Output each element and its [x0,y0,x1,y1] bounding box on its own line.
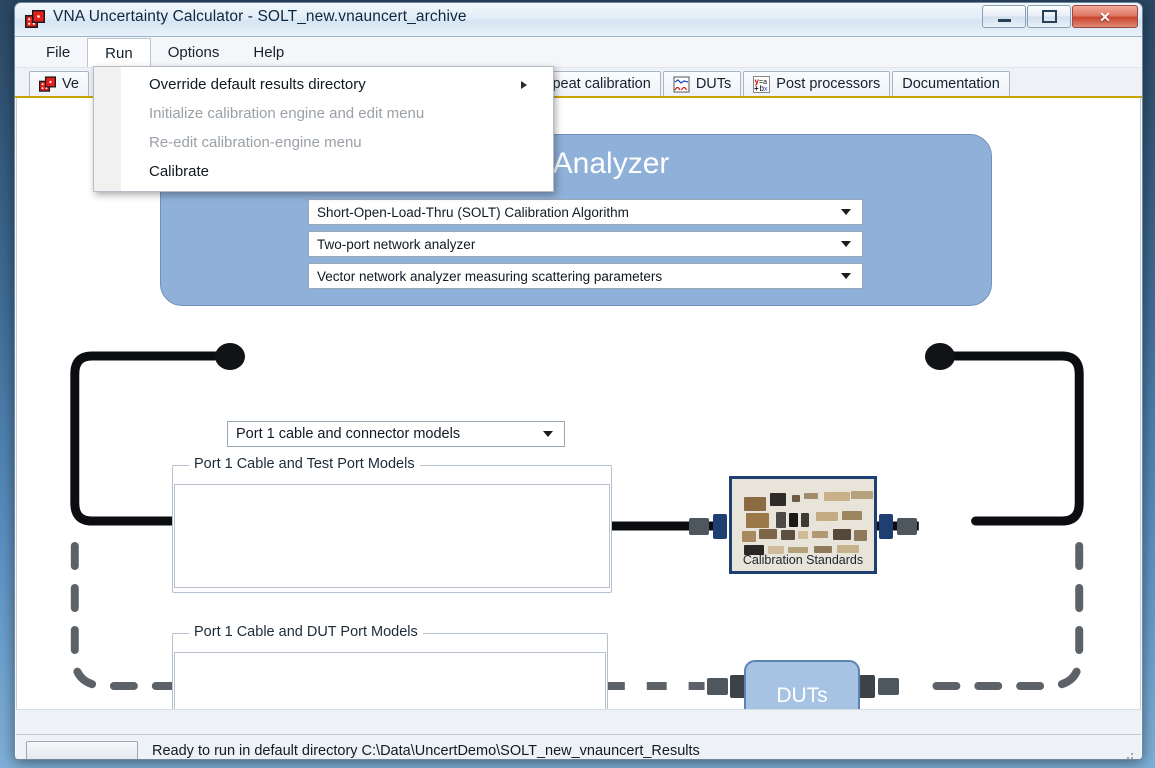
test-port-models-list[interactable] [174,484,610,588]
tab-duts[interactable]: DUTs [662,71,742,96]
groupbox-title: Port 1 Cable and DUT Port Models [189,624,423,640]
connector-right-inner [879,514,893,539]
tab-vna[interactable]: Ve [29,71,89,96]
dut-label: DUTs [776,684,828,707]
menu-item-label: Initialize calibration engine and edit m… [149,105,425,122]
port-2-connector-dot [925,343,955,370]
application-window: VNA Uncertainty Calculator - SOLT_new.vn… [14,2,1143,760]
menu-item-re-edit-calibration-engine-menu: Re-edit calibration-engine menu [94,128,553,157]
groupbox-title: Port 1 Cable and Test Port Models [189,456,420,472]
port-1-connector-dot [215,343,245,370]
minimize-button[interactable] [982,5,1026,28]
tab-documentation[interactable]: Documentation [892,71,1010,96]
waveform-plot-icon [673,76,690,92]
chevron-down-icon [841,273,851,279]
connector-left-inner [713,514,727,539]
combobox-value: Two-port network analyzer [317,236,476,252]
dut-block[interactable]: DUTs [744,660,860,709]
chevron-down-icon [543,431,553,437]
dice-app-icon [25,10,45,28]
menu-item-calibrate[interactable]: Calibrate [94,157,553,186]
calibration-standards-image[interactable]: Calibration Standards [729,476,877,574]
menu-item-override-default-results-directory[interactable]: Override default results directory [94,70,553,99]
status-bar: Ready to run in default directory C:\Dat… [16,734,1141,759]
dut-connector-right-inner [859,675,875,698]
connector-right-outer [897,518,917,535]
tab-label: Post processors [776,76,881,92]
dut-port-models-list[interactable] [174,652,606,709]
menu-item-label: Override default results directory [149,76,366,93]
tab-post-processors[interactable]: y =a + b x Post processors [743,71,891,96]
menu-item-label: Calibrate [149,163,210,180]
close-button[interactable]: ✕ [1072,5,1138,28]
menu-help[interactable]: Help [236,37,301,67]
calibration-standards-caption: Calibration Standards [742,553,864,567]
menu-item-label: Re-edit calibration-engine menu [149,134,362,151]
resize-grip[interactable] [1123,751,1135,759]
menu-file[interactable]: File [29,37,87,67]
svg-text:+: + [754,84,759,93]
progress-bar [26,740,138,759]
window-controls: ✕ [981,5,1138,28]
window-title: VNA Uncertainty Calculator - SOLT_new.vn… [53,8,467,25]
measurement-combobox[interactable]: Vector network analyzer measuring scatte… [308,263,863,289]
menu-bar: File Run Options Help [15,37,1142,68]
tab-label: Ve [62,76,79,92]
menu-item-initialize-calibration-engine: Initialize calibration engine and edit m… [94,99,553,128]
dut-connector-right-outer [878,678,899,695]
lower-strip [16,709,1141,734]
menu-run[interactable]: Run [87,38,151,67]
dut-connector-left-outer [707,678,728,695]
run-menu-dropdown: Override default results directory Initi… [93,66,554,192]
tab-label: Documentation [902,76,1000,92]
analyzer-type-combobox[interactable]: Two-port network analyzer [308,231,863,257]
test-port-models-groupbox: Port 1 Cable and Test Port Models [172,456,612,593]
formula-y-eq-a-plus-bx-icon: y =a + b x [753,75,771,93]
port-models-combobox[interactable]: Port 1 cable and connector models [227,421,565,447]
combobox-value: Vector network analyzer measuring scatte… [317,268,663,284]
svg-text:x: x [764,86,768,93]
chevron-down-icon [841,241,851,247]
menu-options[interactable]: Options [151,37,237,67]
dice-icon [39,75,56,92]
algorithm-combobox[interactable]: Short-Open-Load-Thru (SOLT) Calibration … [308,199,863,225]
tab-label: DUTs [695,76,732,92]
maximize-button[interactable] [1027,5,1071,28]
dut-port-models-groupbox: Port 1 Cable and DUT Port Models [172,624,608,709]
submenu-arrow-icon [521,80,527,89]
combobox-value: Port 1 cable and connector models [236,426,461,442]
chevron-down-icon [841,209,851,215]
status-text: Ready to run in default directory C:\Dat… [152,743,700,759]
connector-left-outer [689,518,709,535]
title-bar[interactable]: VNA Uncertainty Calculator - SOLT_new.vn… [15,3,1142,37]
combobox-value: Short-Open-Load-Thru (SOLT) Calibration … [317,204,629,220]
